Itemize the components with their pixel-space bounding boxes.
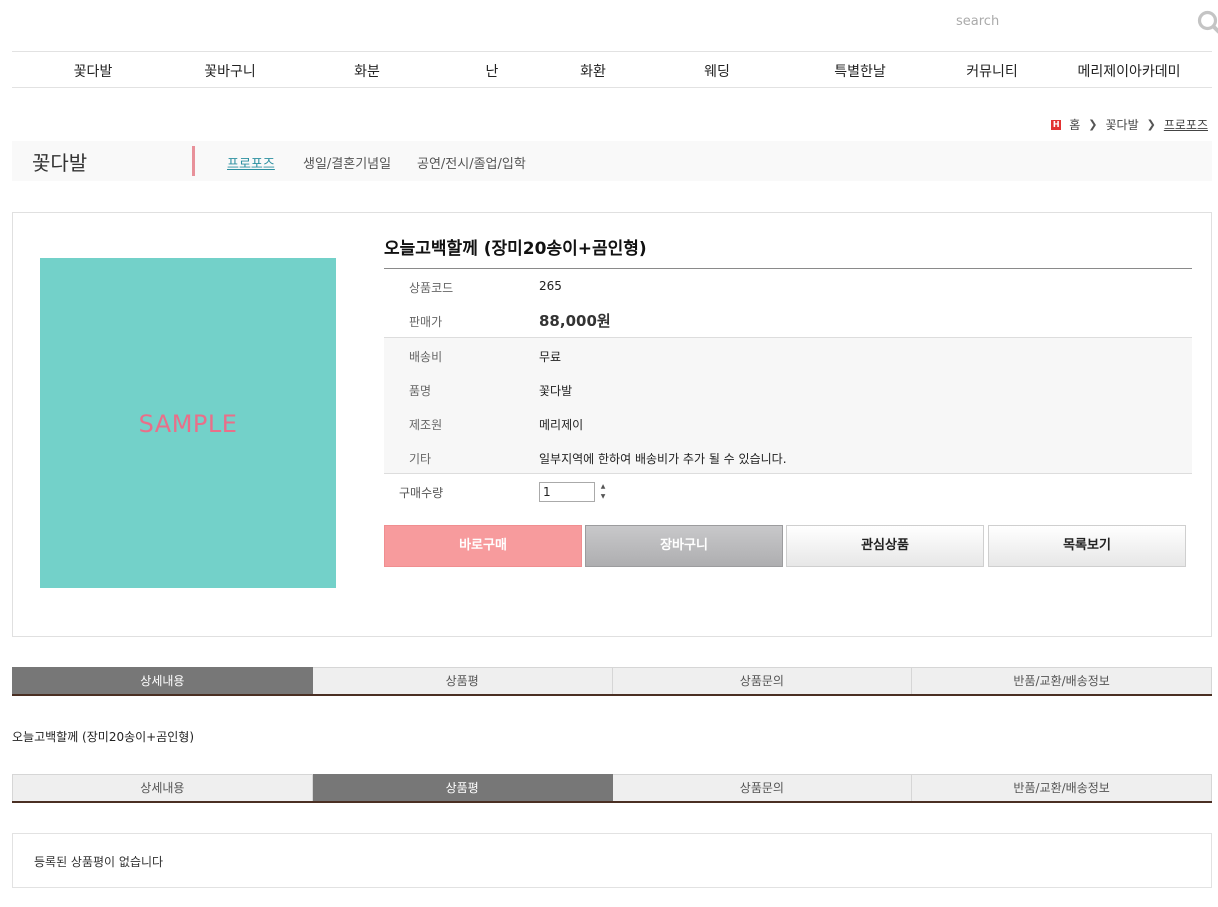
info-row-shipping: 배송비 무료 <box>384 338 1192 372</box>
product-tabs-review: 상세내용 상품평 상품문의 반품/교환/배송정보 <box>12 774 1212 803</box>
quantity-input[interactable] <box>539 482 595 502</box>
info-row-price: 판매가 88,000원 <box>384 303 1192 337</box>
category-bar: 꽃다발 프로포즈 생일/결혼기념일 공연/전시/졸업/입학 <box>12 141 1212 181</box>
search-icon[interactable] <box>1196 9 1218 37</box>
search-bar: search <box>12 0 1218 51</box>
shipping-block: 배송비 무료 품명 꽃다발 제조원 메리제이 기타 일부지역에 한하여 배송비가… <box>384 337 1192 474</box>
code-label: 상품코드 <box>409 281 454 295</box>
tab-return-info[interactable]: 반품/교환/배송정보 <box>912 667 1212 694</box>
chevron-right-icon: ❯ <box>1146 118 1156 131</box>
info-row-maker: 제조원 메리제이 <box>384 406 1192 440</box>
buy-now-button[interactable]: 바로구매 <box>384 525 582 567</box>
search-input[interactable]: search <box>956 14 999 29</box>
product-image-label: SAMPLE <box>138 410 238 438</box>
review-empty-message: 등록된 상품평이 없습니다 <box>34 855 164 869</box>
chevron-right-icon: ❯ <box>1088 118 1098 131</box>
add-to-cart-button[interactable]: 장바구니 <box>585 525 783 567</box>
price-label: 판매가 <box>409 315 443 329</box>
etc-value: 일부지역에 한하여 배송비가 추가 될 수 있습니다. <box>539 452 787 466</box>
tab-inquiry[interactable]: 상품문의 <box>612 774 913 801</box>
subcategory-propose[interactable]: 프로포즈 <box>227 153 275 172</box>
product-title: 오늘고백할께 (장미20송이+곰인형) <box>384 239 647 259</box>
price-value: 88,000원 <box>539 312 611 330</box>
main-nav: 꽃다발 꽃바구니 화분 난 화환 웨딩 특별한날 커뮤니티 메리제이아카데미 <box>12 51 1212 88</box>
info-row-name: 품명 꽃다발 <box>384 372 1192 406</box>
quantity-stepper[interactable]: ▲ ▼ <box>596 482 610 502</box>
nav-item-community[interactable]: 커뮤니티 <box>966 61 1018 81</box>
review-box: 등록된 상품평이 없습니다 <box>12 833 1212 888</box>
nav-item-special-day[interactable]: 특별한날 <box>834 61 886 81</box>
etc-label: 기타 <box>409 452 432 466</box>
product-image: SAMPLE <box>40 258 336 588</box>
breadcrumb: H 홈 ❯ 꽃다발 ❯ 프로포즈 <box>1051 116 1208 133</box>
breadcrumb-level1[interactable]: 꽃다발 <box>1105 116 1138 133</box>
home-icon[interactable]: H <box>1051 119 1062 130</box>
detail-content: 오늘고백할께 (장미20송이+곰인형) <box>12 730 195 744</box>
name-label: 품명 <box>409 384 432 398</box>
quantity-up-icon[interactable]: ▲ <box>596 482 610 492</box>
tab-return-info[interactable]: 반품/교환/배송정보 <box>912 774 1212 801</box>
info-row-code: 상품코드 265 <box>384 269 1192 303</box>
subcategory-performance[interactable]: 공연/전시/졸업/입학 <box>417 153 526 172</box>
nav-item-wreath[interactable]: 화환 <box>580 61 606 81</box>
nav-item-bouquet[interactable]: 꽃다발 <box>74 61 113 81</box>
category-title: 꽃다발 <box>32 151 88 175</box>
tab-review[interactable]: 상품평 <box>312 667 613 694</box>
nav-item-orchid[interactable]: 난 <box>486 61 499 81</box>
shipping-label: 배송비 <box>409 350 443 364</box>
quantity-label: 구매수량 <box>399 486 444 500</box>
product-tabs-detail: 상세내용 상품평 상품문의 반품/교환/배송정보 <box>12 667 1212 696</box>
subcategory-birthday[interactable]: 생일/결혼기념일 <box>303 153 391 172</box>
view-list-button[interactable]: 목록보기 <box>988 525 1186 567</box>
nav-item-wedding[interactable]: 웨딩 <box>704 61 730 81</box>
name-value: 꽃다발 <box>539 384 573 398</box>
tab-inquiry[interactable]: 상품문의 <box>612 667 913 694</box>
nav-item-pot[interactable]: 화분 <box>354 61 380 81</box>
category-divider <box>192 146 195 176</box>
product-box: SAMPLE 오늘고백할께 (장미20송이+곰인형) 상품코드 265 판매가 … <box>12 212 1212 637</box>
maker-value: 메리제이 <box>539 418 584 432</box>
shipping-value: 무료 <box>539 350 562 364</box>
tab-detail[interactable]: 상세내용 <box>12 667 313 694</box>
nav-item-academy[interactable]: 메리제이아카데미 <box>1077 61 1180 81</box>
nav-item-basket[interactable]: 꽃바구니 <box>204 61 256 81</box>
info-row-etc: 기타 일부지역에 한하여 배송비가 추가 될 수 있습니다. <box>384 440 1192 474</box>
maker-label: 제조원 <box>409 418 443 432</box>
quantity-down-icon[interactable]: ▼ <box>596 492 610 502</box>
tab-detail[interactable]: 상세내용 <box>12 774 313 801</box>
breadcrumb-current[interactable]: 프로포즈 <box>1164 116 1208 133</box>
wishlist-button[interactable]: 관심상품 <box>786 525 984 567</box>
code-value: 265 <box>539 279 562 293</box>
tab-review[interactable]: 상품평 <box>312 774 613 801</box>
breadcrumb-home[interactable]: 홈 <box>1069 116 1080 133</box>
